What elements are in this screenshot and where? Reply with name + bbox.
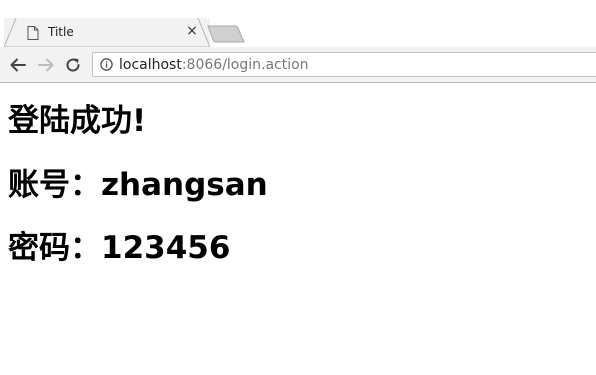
url-text: localhost:8066/login.action	[119, 57, 309, 73]
close-icon[interactable]: ×	[185, 24, 199, 38]
back-arrow-icon[interactable]	[9, 56, 27, 74]
url-path: :8066/login.action	[181, 57, 309, 73]
new-tab-button[interactable]	[207, 25, 245, 43]
forward-arrow-icon[interactable]	[37, 56, 55, 74]
url-host: localhost	[119, 57, 182, 73]
address-bar[interactable]: localhost:8066/login.action	[92, 52, 596, 77]
browser-window: Title × localhost:8066/login.action 登陆成功…	[0, 0, 596, 375]
account-line: 账号：zhangsan	[8, 167, 268, 203]
page-content: 登陆成功! 账号：zhangsan 密码：123456	[0, 83, 596, 375]
tab-title: Title	[48, 25, 74, 39]
toolbar: localhost:8066/login.action	[0, 47, 596, 83]
password-line: 密码：123456	[8, 230, 231, 266]
reload-icon[interactable]	[64, 56, 82, 74]
tab-strip: Title ×	[0, 0, 596, 47]
tab-active[interactable]: Title ×	[4, 17, 210, 47]
success-heading: 登陆成功!	[8, 103, 147, 139]
file-icon	[27, 26, 39, 40]
info-icon[interactable]	[100, 58, 113, 71]
